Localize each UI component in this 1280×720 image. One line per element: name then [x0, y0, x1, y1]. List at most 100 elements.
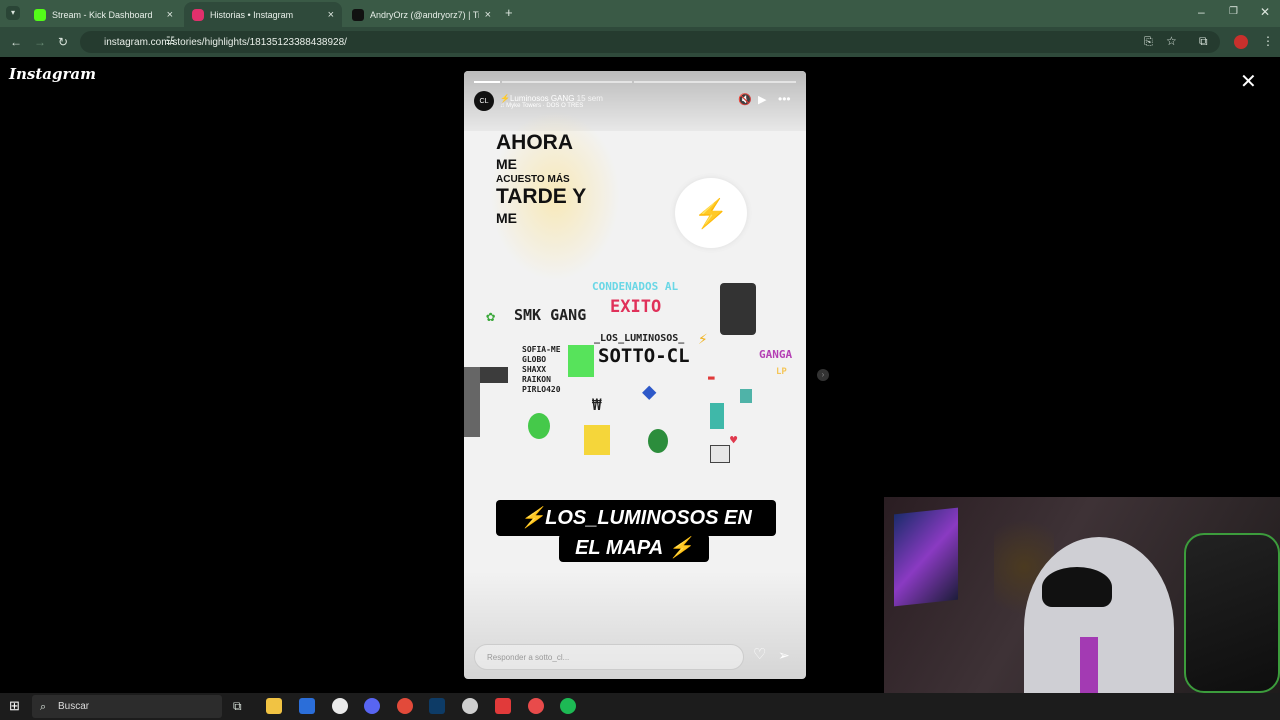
progress-segment-done	[474, 81, 500, 83]
gun-sticker-icon	[478, 367, 508, 383]
file-explorer-icon[interactable]	[266, 698, 282, 714]
story-text-line: AHORA	[496, 131, 573, 154]
more-options-icon[interactable]: •••	[778, 92, 791, 106]
batman-sticker-icon	[720, 283, 756, 335]
exito-label: EXITO	[610, 297, 662, 317]
ganga-label: GANGA	[759, 348, 793, 361]
sotto-label: SOTTO-CL	[598, 345, 690, 367]
name-item: PIRLO420	[522, 385, 561, 394]
story-banner-line2: EL MAPA ⚡	[559, 534, 709, 562]
car-sticker-icon: ▬	[708, 371, 715, 384]
tab-title: Stream - Kick Dashboard	[52, 9, 153, 20]
story-text-line: ME	[496, 156, 517, 172]
story-header: CL ⚡Luminosos GANG 15 sem ♫ Myke Towers …	[474, 91, 603, 111]
close-stories-icon[interactable]: ✕	[1240, 69, 1257, 94]
bookmark-star-icon[interactable]: ☆	[1166, 34, 1177, 48]
smk-gang-label: SMK GANG	[514, 306, 587, 324]
tab-search-chevron-icon[interactable]: ▾	[6, 6, 20, 20]
story-banner-line1: ⚡LOS_LUMINOSOS EN	[496, 500, 776, 536]
profile-avatar[interactable]	[1234, 35, 1248, 49]
close-tab-icon[interactable]: ×	[167, 9, 173, 21]
perry-sticker-icon	[710, 403, 724, 429]
photoshop-icon[interactable]	[429, 698, 445, 714]
heart-sticker-icon: ♥	[730, 433, 738, 447]
taskbar-search[interactable]: ⌕ Buscar	[32, 695, 222, 718]
forward-icon[interactable]: →	[34, 35, 46, 49]
play-icon[interactable]: ▶	[758, 93, 766, 107]
new-tab-plus-icon[interactable]: +	[505, 6, 513, 20]
mute-icon[interactable]: 🔇	[738, 93, 752, 107]
close-tab-icon[interactable]: ×	[328, 9, 334, 21]
amongus-sticker-icon	[740, 389, 752, 403]
story-text-line: ME	[496, 210, 517, 226]
tiktok-icon	[352, 8, 364, 21]
instagram-logo[interactable]: Instagram	[9, 65, 96, 83]
address-bar[interactable]: ☷ instagram.com/stories/highlights/18135…	[80, 31, 1220, 53]
lp-label: LP	[776, 367, 787, 377]
wf-logo-sticker-icon: ₩	[592, 395, 602, 414]
app-icon-red[interactable]	[495, 698, 511, 714]
tab-title: AndryOrz (@andryorz7) | TikTok	[370, 9, 479, 20]
instagram-icon	[192, 8, 204, 21]
story-viewer[interactable]: CL ⚡Luminosos GANG 15 sem ♫ Myke Towers …	[464, 71, 806, 679]
rifle-sticker-icon	[464, 367, 480, 437]
story-age: 15 sem	[576, 93, 603, 103]
app-icon-red-round[interactable]	[528, 698, 544, 714]
extensions-icon[interactable]: ⧉	[1199, 34, 1208, 48]
app-icon[interactable]	[462, 698, 478, 714]
task-view-icon[interactable]: ⧉	[233, 699, 242, 713]
lightning-bubble-icon: ⚡	[675, 178, 747, 248]
name-item: RAIKON	[522, 375, 551, 384]
progress-segment	[502, 81, 632, 83]
tab-instagram-stories[interactable]: Historias • Instagram ×	[184, 2, 342, 27]
music-icon: ♫	[500, 102, 505, 109]
spotify-icon[interactable]	[560, 698, 576, 714]
restore-icon[interactable]: ❐	[1229, 5, 1238, 19]
story-text-line: TARDE Y	[496, 185, 587, 208]
site-info-icon[interactable]: ☷	[166, 35, 175, 49]
back-icon[interactable]: ←	[10, 35, 22, 49]
discord-icon[interactable]	[364, 698, 380, 714]
progress-segment	[634, 81, 796, 83]
url-text: instagram.com/stories/highlights/1813512…	[104, 36, 347, 48]
close-window-icon[interactable]: ✕	[1260, 5, 1270, 19]
name-item: SOFIA-ME	[522, 345, 561, 354]
cap	[1042, 567, 1112, 607]
alien-sticker-icon	[528, 413, 550, 439]
chrome-icon[interactable]	[397, 698, 413, 714]
next-story-chevron-icon[interactable]: ›	[817, 369, 829, 381]
diamond-icon: ◆	[642, 377, 657, 405]
luminosos-small-label: _LOS_LUMINOSOS_	[594, 333, 685, 344]
tab-kick-dashboard[interactable]: Stream - Kick Dashboard ×	[26, 2, 181, 27]
kick-logo-sticker-icon	[568, 345, 594, 377]
monitor-poster	[894, 507, 958, 607]
menu-kebab-icon[interactable]: ⋮	[1262, 34, 1274, 48]
account-name[interactable]: ⚡Luminosos GANG	[500, 94, 574, 103]
webcam-overlay	[884, 497, 1280, 720]
like-heart-icon[interactable]: ♡	[753, 647, 766, 662]
pikachu-sticker-icon	[584, 425, 610, 455]
close-tab-icon[interactable]: ×	[485, 9, 491, 21]
windows-taskbar: ⊞ ⌕ Buscar ⧉	[0, 693, 1280, 720]
minimize-icon[interactable]: –	[1198, 5, 1205, 19]
screen: ▾ Stream - Kick Dashboard × Historias • …	[0, 0, 1280, 720]
windows-start-icon[interactable]: ⊞	[9, 699, 20, 713]
condenados-label: CONDENADOS AL	[592, 280, 679, 293]
names-list: SOFIA-ME GLOBO SHAXX RAIKON PIRLO420	[522, 345, 561, 395]
music-track[interactable]: Myke Towers · DOS O TRES	[506, 103, 583, 109]
obs-icon[interactable]	[332, 698, 348, 714]
story-text-line: ACUESTO MÁS	[496, 174, 570, 185]
dog-sticker-icon	[710, 445, 730, 463]
name-item: SHAXX	[522, 365, 547, 374]
account-avatar[interactable]: CL	[474, 91, 494, 111]
send-icon[interactable]: ➢	[778, 648, 790, 662]
reload-icon[interactable]: ↻	[58, 35, 68, 49]
kick-icon	[34, 8, 46, 21]
name-item: GLOBO	[522, 355, 547, 364]
install-app-icon[interactable]: ⎘	[1144, 35, 1153, 49]
store-icon[interactable]	[299, 698, 315, 714]
reply-input[interactable]: Responder a sotto_cl...	[474, 644, 744, 670]
tab-title: Historias • Instagram	[210, 9, 294, 20]
gaming-chair	[1184, 533, 1280, 693]
tab-tiktok[interactable]: AndryOrz (@andryorz7) | TikTok ×	[344, 2, 499, 27]
